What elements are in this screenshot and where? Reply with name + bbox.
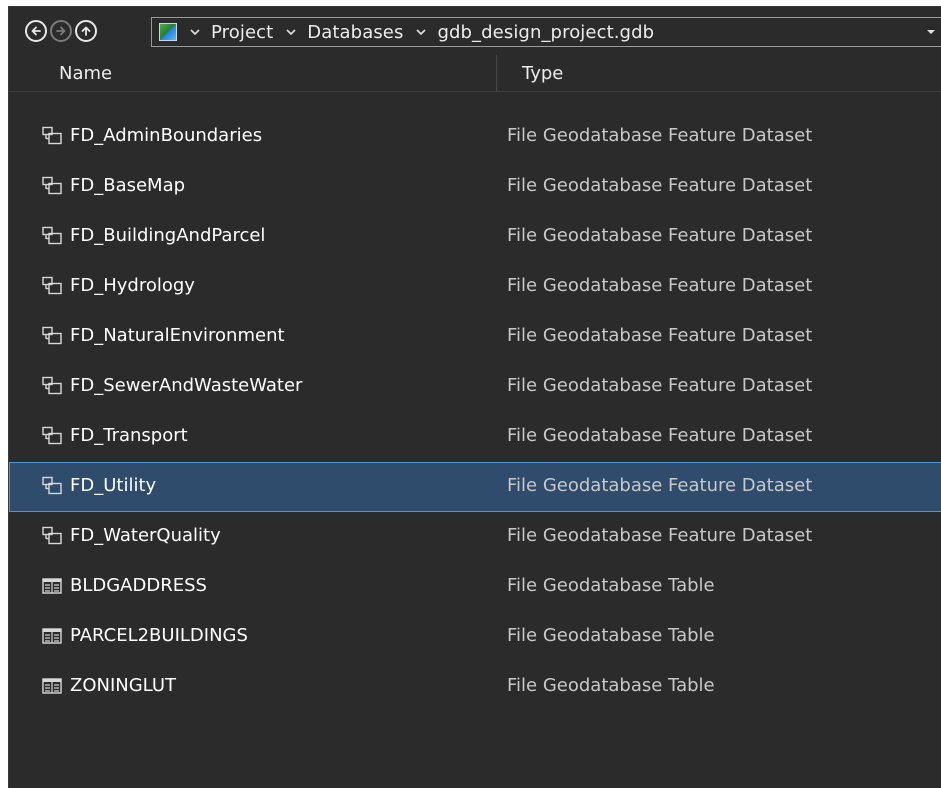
list-item[interactable]: FD_Utility File Geodatabase Feature Datas… [9,462,941,512]
item-type: File Geodatabase Feature Dataset [507,225,813,246]
chevron-down-icon[interactable] [415,26,427,38]
table-icon [41,625,63,647]
item-name: FD_BaseMap [70,175,186,196]
list-item[interactable]: FD_Transport File Geodatabase Feature Dat… [9,412,941,462]
item-name: FD_AdminBoundaries [70,125,263,146]
feature-dataset-icon [41,475,63,497]
item-name: FD_NaturalEnvironment [70,325,285,346]
breadcrumb-item-project[interactable]: Project [211,22,273,43]
item-name: FD_WaterQuality [70,525,221,546]
item-name: BLDGADDRESS [70,575,207,596]
item-type: File Geodatabase Feature Dataset [507,275,813,296]
column-header-row: Name Type [9,55,941,92]
list-item[interactable]: FD_BuildingAndParcel File Geodatabase Fea… [9,212,941,262]
breadcrumb-item-geodatabase[interactable]: gdb_design_project.gdb [437,22,654,43]
list-item[interactable]: PARCEL2BUILDINGS File Geodatabase Table [9,612,941,662]
item-name: FD_Hydrology [70,275,195,296]
breadcrumb-item-databases[interactable]: Databases [307,22,403,43]
back-arrow-icon[interactable] [25,20,47,42]
project-map-icon [159,23,177,41]
breadcrumb[interactable]: Project Databases gdb_design_project.gdb [151,17,941,47]
item-type: File Geodatabase Feature Dataset [507,375,813,396]
item-name: FD_BuildingAndParcel [70,225,266,246]
item-type: File Geodatabase Feature Dataset [507,425,813,446]
feature-dataset-icon [41,375,63,397]
feature-dataset-icon [41,175,63,197]
list-item[interactable]: FD_NaturalEnvironment File Geodatabase Fe… [9,312,941,362]
item-type: File Geodatabase Table [507,675,715,696]
item-name: FD_Transport [70,425,188,446]
feature-dataset-icon [41,525,63,547]
list-item[interactable]: FD_WaterQuality File Geodatabase Feature … [9,512,941,562]
item-type: File Geodatabase Feature Dataset [507,325,813,346]
column-divider[interactable] [496,55,497,91]
item-name: FD_SewerAndWasteWater [70,375,303,396]
up-arrow-icon[interactable] [75,20,97,42]
chevron-down-icon[interactable] [189,26,201,38]
navigation-bar: Project Databases gdb_design_project.gdb [9,7,941,55]
item-type: File Geodatabase Feature Dataset [507,525,813,546]
table-icon [41,675,63,697]
column-header-name[interactable]: Name [59,63,112,84]
list-item[interactable]: FD_BaseMap File Geodatabase Feature Datas… [9,162,941,212]
item-name: FD_Utility [70,475,157,496]
contents-list: FD_AdminBoundaries File Geodatabase Featu… [9,112,941,712]
feature-dataset-icon [41,275,63,297]
table-icon [41,575,63,597]
forward-arrow-icon[interactable] [50,20,72,42]
catalog-view: Project Databases gdb_design_project.gdb… [8,6,941,788]
feature-dataset-icon [41,325,63,347]
dropdown-arrow-icon[interactable] [926,27,936,37]
item-name: PARCEL2BUILDINGS [70,625,248,646]
list-item[interactable]: BLDGADDRESS File Geodatabase Table [9,562,941,612]
feature-dataset-icon [41,425,63,447]
feature-dataset-icon [41,225,63,247]
list-item[interactable]: ZONINGLUT File Geodatabase Table [9,662,941,712]
chevron-down-icon[interactable] [285,26,297,38]
feature-dataset-icon [41,125,63,147]
list-item[interactable]: FD_AdminBoundaries File Geodatabase Featu… [9,112,941,162]
list-item[interactable]: FD_Hydrology File Geodatabase Feature Dat… [9,262,941,312]
item-type: File Geodatabase Table [507,625,715,646]
item-type: File Geodatabase Feature Dataset [507,175,813,196]
item-type: File Geodatabase Feature Dataset [507,125,813,146]
item-type: File Geodatabase Feature Dataset [507,475,813,496]
list-item[interactable]: FD_SewerAndWasteWater File Geodatabase Fe… [9,362,941,412]
item-name: ZONINGLUT [70,675,176,696]
item-type: File Geodatabase Table [507,575,715,596]
column-header-type[interactable]: Type [522,63,563,84]
